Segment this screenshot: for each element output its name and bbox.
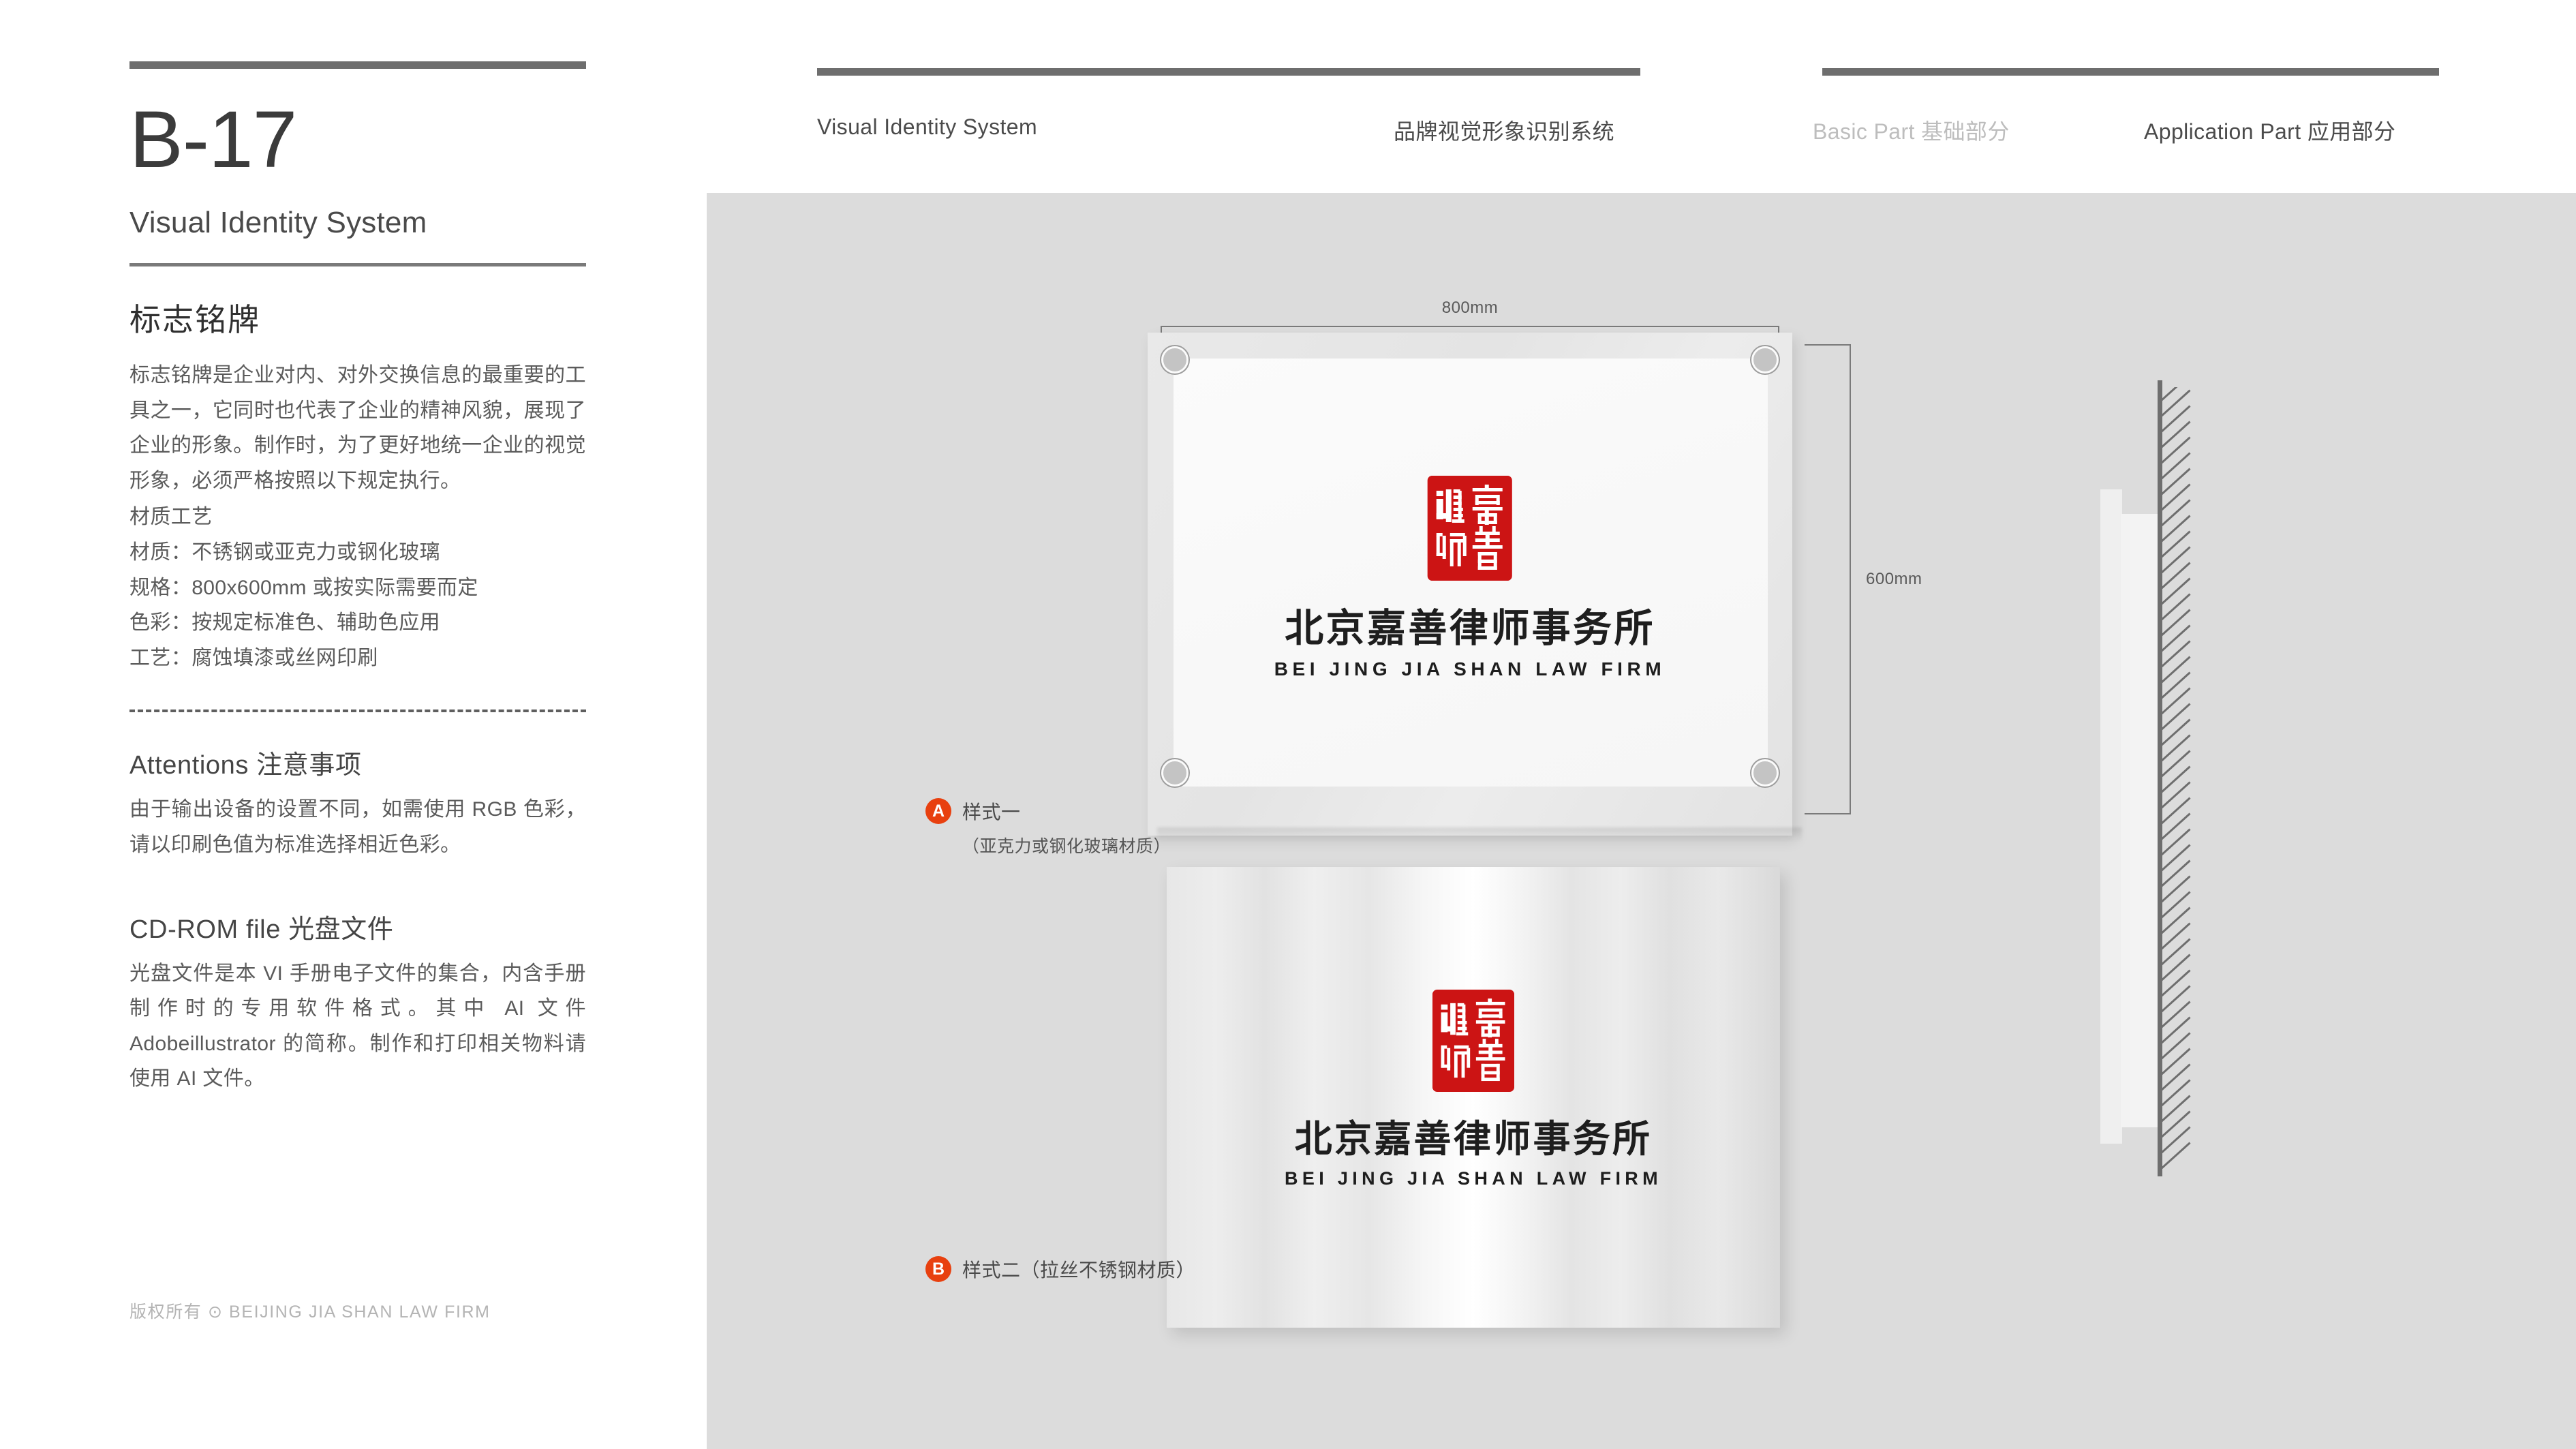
attentions-block: Attentions 注意事项 由于输出设备的设置不同，如需使用 RGB 色彩，…: [129, 744, 586, 862]
standoff-screw-top-left: [1161, 346, 1189, 373]
nameplate-a-shadow: [1157, 827, 1802, 841]
standoff-screw-bottom-right: [1751, 759, 1779, 787]
callout-a-sublabel: （亚克力或钢化玻璃材质）: [962, 837, 1171, 856]
intro-paragraph: 标志铭牌是企业对内、对外交换信息的最重要的工具之一，它同时也代表了企业的精神风貌…: [129, 364, 586, 492]
nav-item-brand-system-cn[interactable]: 品牌视觉形象识别系统: [1394, 115, 1614, 146]
wall-plate-profile-inner: [2121, 514, 2159, 1127]
left-info-column: B-17 Visual Identity System 标志铭牌 标志铭牌是企业…: [129, 61, 586, 1097]
mid-divider-rule: [129, 263, 586, 266]
cdrom-body: 光盘文件是本 VI 手册电子文件的集合，内含手册制作时的专用软件格式。其中 AI…: [129, 962, 586, 1090]
attentions-body: 由于输出设备的设置不同，如需使用 RGB 色彩，请以印刷色值为标准选择相近色彩。: [129, 798, 586, 856]
callout-b-row: B 样式二（拉丝不锈钢材质）: [925, 1255, 1195, 1283]
wall-section-symbol: [2085, 380, 2222, 1176]
spec-item-size: 规格：800x600mm 或按实际需要而定: [129, 576, 478, 599]
company-name-en-a: BEI JING JIA SHAN LAW FIRM: [1274, 658, 1666, 680]
nameplate-style-a: 北京嘉善律师事务所 BEI JING JIA SHAN LAW FIRM: [1148, 333, 1802, 841]
nav-item-application-part[interactable]: Application Part 应用部分: [2144, 115, 2395, 146]
dimension-height-tick-bottom: [1805, 813, 1851, 814]
logo-lockup-b: 北京嘉善律师事务所 BEI JING JIA SHAN LAW FIRM: [1285, 990, 1662, 1189]
section-title: 标志铭牌: [129, 302, 260, 337]
callout-badge-a: A: [925, 798, 951, 824]
nav-rule-left: [817, 68, 1640, 76]
standoff-screw-top-right: [1751, 346, 1779, 373]
dashed-separator: [129, 710, 586, 713]
nav-item-basic-part[interactable]: Basic Part 基础部分: [1813, 115, 2010, 146]
callout-b-label: 样式二（拉丝不锈钢材质）: [962, 1260, 1196, 1281]
dimension-width: 800mm: [1161, 299, 1779, 367]
company-name-en-b: BEI JING JIA SHAN LAW FIRM: [1285, 1168, 1662, 1189]
cdrom-block: CD-ROM file 光盘文件 光盘文件是本 VI 手册电子文件的集合，内含手…: [129, 908, 586, 1097]
wall-hatch-icon: [2160, 387, 2201, 1176]
dimension-height-label: 600mm: [1866, 570, 1922, 588]
company-name-cn-b: 北京嘉善律师事务所: [1294, 1118, 1653, 1160]
section-intro-text: 标志铭牌是企业对内、对外交换信息的最重要的工具之一，它同时也代表了企业的精神风貌…: [129, 358, 586, 498]
company-seal-icon-b: [1432, 990, 1514, 1092]
company-seal-icon: [1427, 476, 1512, 581]
callout-badge-b: B: [925, 1256, 951, 1282]
dimension-height-line: [1850, 344, 1851, 814]
cdrom-heading: CD-ROM file 光盘文件: [129, 915, 394, 944]
page-code-subtitle: Visual Identity System: [129, 206, 427, 239]
dimension-width-label: 800mm: [1441, 299, 1499, 317]
spec-item-process: 工艺：腐蚀填漆或丝网印刷: [129, 646, 378, 669]
callout-style-b: B 样式二（拉丝不锈钢材质）: [925, 1255, 1195, 1283]
dimension-height-tick-top: [1805, 344, 1851, 346]
callout-a-label: 样式一: [962, 802, 1021, 823]
nameplate-style-b: 北京嘉善律师事务所 BEI JING JIA SHAN LAW FIRM: [1167, 867, 1780, 1328]
spec-heading: 材质工艺: [129, 506, 213, 529]
nav-item-visual-identity-system[interactable]: Visual Identity System: [817, 115, 1037, 140]
dimension-height: 600mm: [1805, 344, 1922, 814]
nav-rule-right: [1822, 68, 2439, 76]
standoff-screw-bottom-left: [1161, 759, 1189, 787]
vi-manual-page: B-17 Visual Identity System 标志铭牌 标志铭牌是企业…: [0, 0, 2576, 1449]
logo-lockup-a: 北京嘉善律师事务所 BEI JING JIA SHAN LAW FIRM: [1274, 476, 1666, 680]
company-name-cn-a: 北京嘉善律师事务所: [1285, 607, 1655, 650]
attentions-heading: Attentions 注意事项: [129, 751, 362, 780]
spec-list: 材质工艺 材质：不锈钢或亚克力或钢化玻璃 规格：800x600mm 或按实际需要…: [129, 500, 586, 675]
wall-plate-profile-outer: [2100, 489, 2122, 1144]
spec-item-material: 材质：不锈钢或亚克力或钢化玻璃: [129, 540, 440, 564]
spec-item-color: 色彩：按规定标准色、辅助色应用: [129, 611, 440, 635]
acrylic-glass-panel: 北京嘉善律师事务所 BEI JING JIA SHAN LAW FIRM: [1148, 333, 1792, 836]
copyright-footer: 版权所有 ⊙ BEIJING JIA SHAN LAW FIRM: [129, 1302, 491, 1322]
callout-style-a: A 样式一 （亚克力或钢化玻璃材质）: [925, 797, 1171, 857]
brushed-steel-panel: 北京嘉善律师事务所 BEI JING JIA SHAN LAW FIRM: [1167, 867, 1780, 1328]
dimension-width-line: [1161, 326, 1779, 327]
callout-a-row: A 样式一: [925, 797, 1171, 825]
top-navigation: Visual Identity System 品牌视觉形象识别系统 Basic …: [0, 0, 2576, 193]
